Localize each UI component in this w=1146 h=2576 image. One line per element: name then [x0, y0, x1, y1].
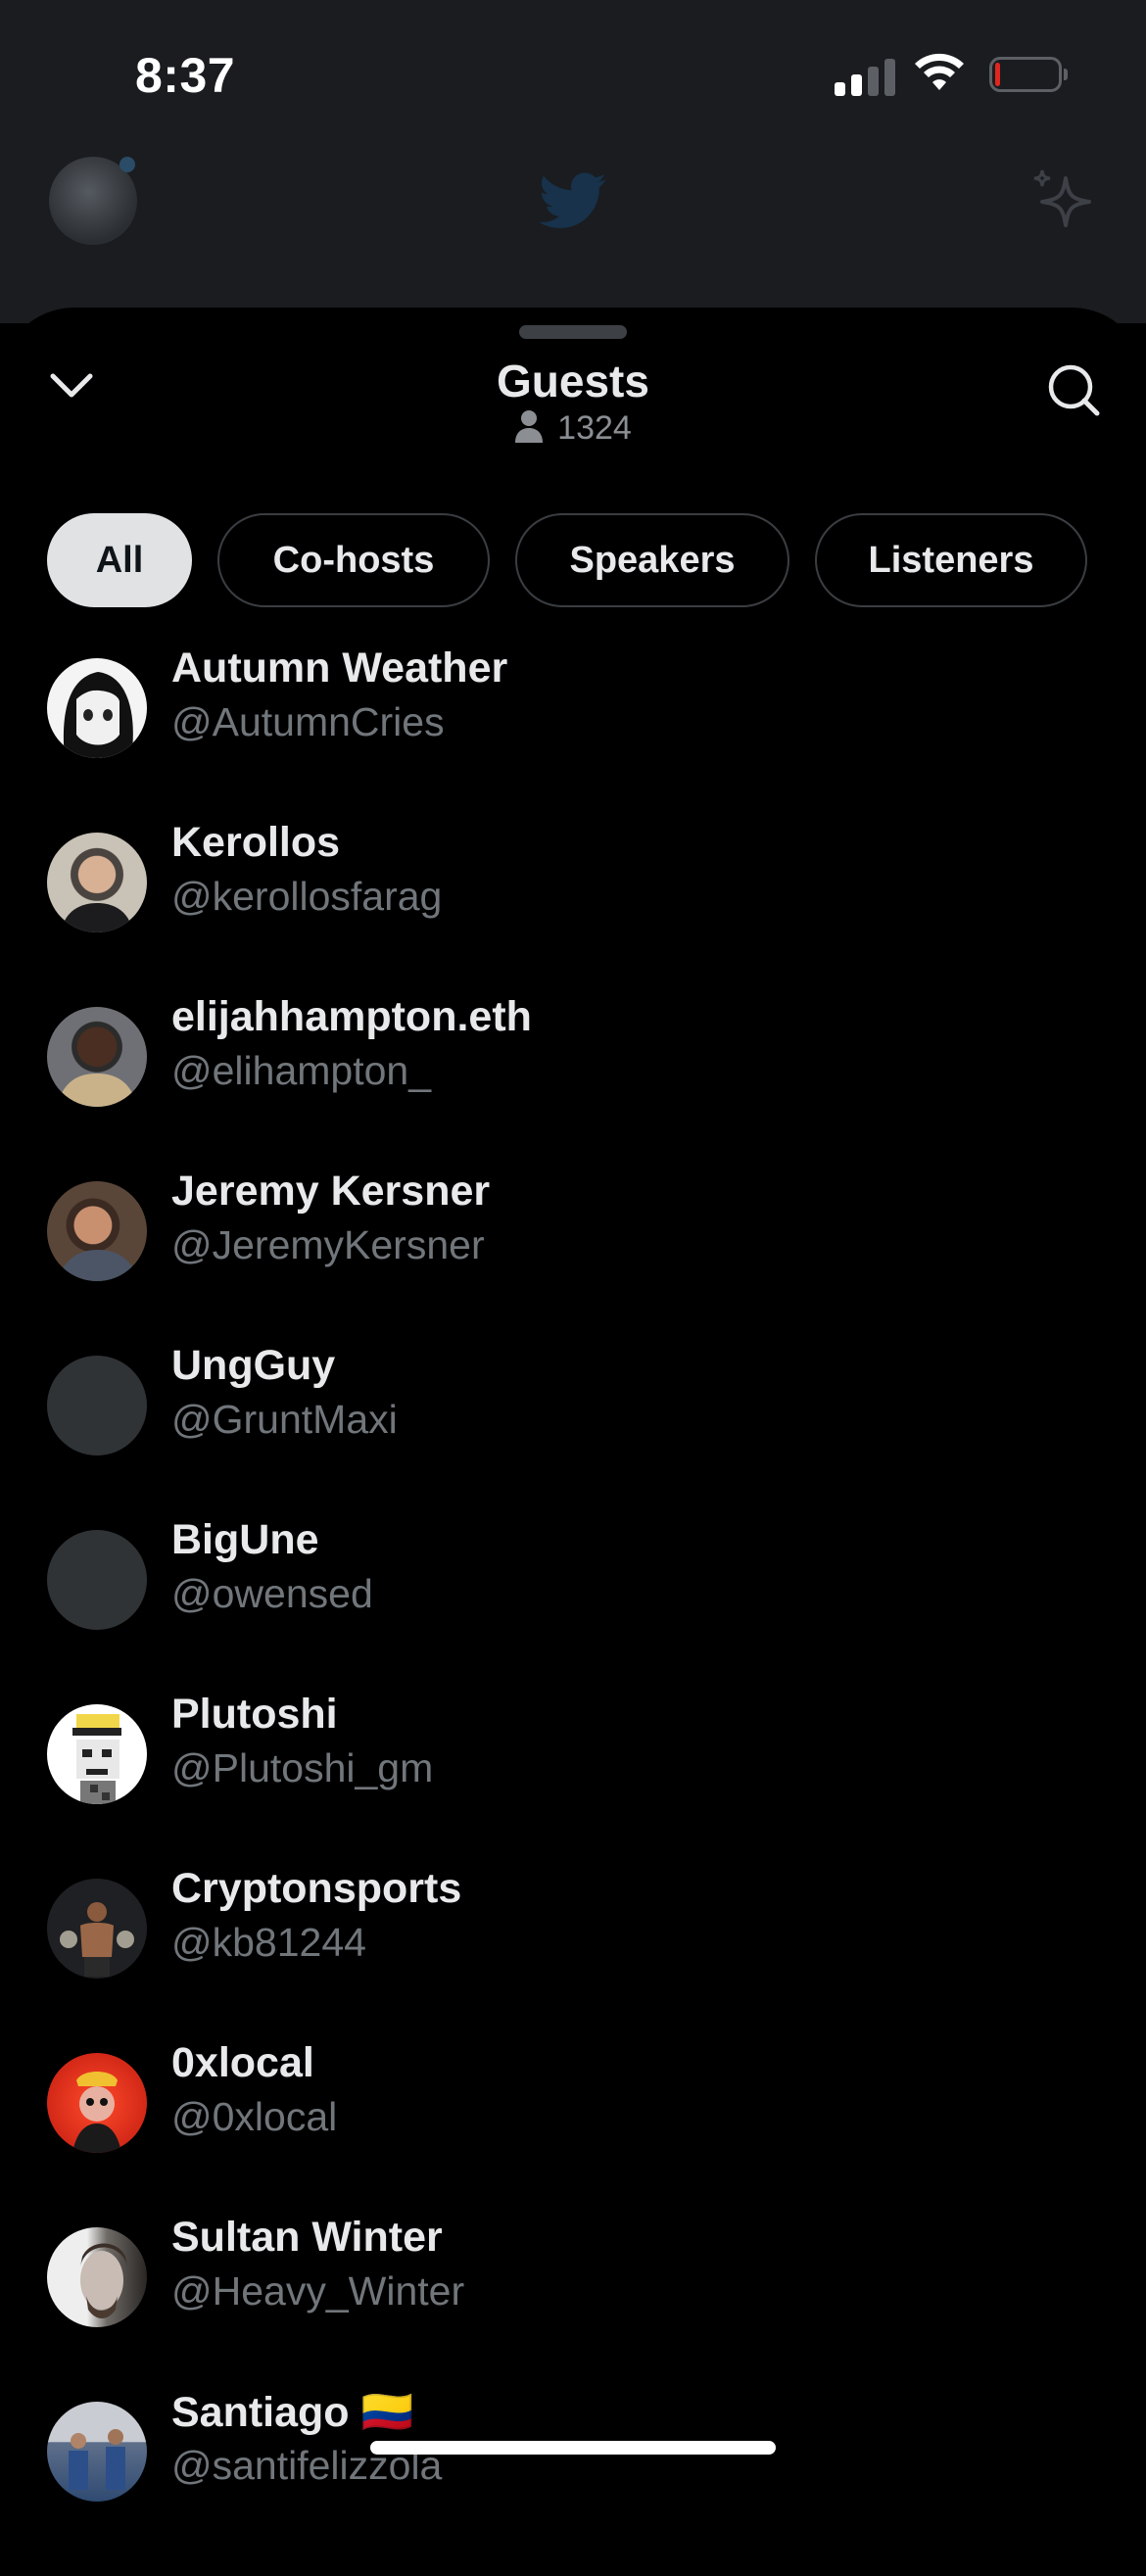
guest-name: Cryptonsports	[171, 1865, 462, 1912]
filter-all[interactable]: All	[47, 513, 192, 607]
avatar	[47, 1181, 147, 1281]
avatar	[47, 658, 147, 758]
guest-row[interactable]: Santiago 🇨🇴 @santifelizzola	[0, 2389, 1146, 2576]
guest-handle: @GruntMaxi	[171, 1397, 398, 1442]
home-indicator[interactable]	[370, 2441, 776, 2455]
guest-row[interactable]: UngGuy @GruntMaxi	[0, 1342, 1146, 1530]
filter-listeners[interactable]: Listeners	[815, 513, 1087, 607]
guest-count-value: 1324	[557, 409, 632, 447]
guest-name: Kerollos	[171, 819, 341, 866]
guest-name: Plutoshi	[171, 1691, 338, 1738]
avatar	[47, 2053, 147, 2153]
sheet-grabber[interactable]	[519, 325, 627, 339]
guest-name: Jeremy Kersner	[171, 1168, 491, 1215]
guest-name: BigUne	[171, 1516, 319, 1563]
avatar	[47, 1879, 147, 1979]
sparkle-icon	[1033, 169, 1091, 227]
wifi-icon	[915, 53, 964, 90]
guest-row[interactable]: elijahhampton.eth @elihampton_	[0, 993, 1146, 1181]
guest-name: UngGuy	[171, 1342, 336, 1389]
cellular-signal-icon	[835, 57, 897, 96]
status-bar: 8:37	[0, 0, 1146, 147]
guest-row[interactable]: Autumn Weather @AutumnCries	[0, 644, 1146, 833]
avatar	[47, 1007, 147, 1107]
guest-handle: @0xlocal	[171, 2094, 338, 2139]
guest-name: Santiago 🇨🇴	[171, 2389, 414, 2436]
guest-handle: @kerollosfarag	[171, 874, 443, 919]
guest-handle: @Plutoshi_gm	[171, 1745, 434, 1790]
guest-row[interactable]: Jeremy Kersner @JeremyKersner	[0, 1168, 1146, 1356]
guest-row[interactable]: Cryptonsports @kb81244	[0, 1865, 1146, 2053]
twitter-bird-icon	[539, 172, 606, 228]
guest-row[interactable]: Sultan Winter @Heavy_Winter	[0, 2214, 1146, 2402]
background-timeline: 8:37	[0, 0, 1146, 323]
guest-count: 1324	[0, 409, 1146, 448]
guest-handle: @Heavy_Winter	[171, 2268, 465, 2314]
battery-icon	[989, 57, 1068, 92]
battery-level	[995, 63, 1000, 86]
search-icon[interactable]	[1046, 362, 1101, 417]
guest-row[interactable]: BigUne @owensed	[0, 1516, 1146, 1704]
avatar	[47, 1704, 147, 1804]
guest-handle: @kb81244	[171, 1920, 366, 1965]
guest-handle: @owensed	[171, 1571, 373, 1616]
guest-row[interactable]: 0xlocal @0xlocal	[0, 2039, 1146, 2227]
sheet-title: Guests	[497, 356, 649, 406]
avatar	[47, 2402, 147, 2502]
guest-handle: @AutumnCries	[171, 699, 445, 744]
guest-row[interactable]: Kerollos @kerollosfarag	[0, 819, 1146, 1007]
status-time: 8:37	[135, 48, 236, 103]
guest-row[interactable]: Plutoshi @Plutoshi_gm	[0, 1691, 1146, 1879]
filter-tabs: All Co-hosts Speakers Listeners	[47, 513, 1099, 609]
filter-co-hosts[interactable]: Co-hosts	[217, 513, 490, 607]
guest-name: Autumn Weather	[171, 644, 508, 692]
avatar	[47, 1530, 147, 1630]
guest-handle: @elihampton_	[171, 1048, 431, 1093]
avatar	[47, 2227, 147, 2327]
person-icon	[515, 410, 544, 443]
guest-name: elijahhampton.eth	[171, 993, 532, 1040]
notification-dot	[119, 157, 135, 172]
avatar	[47, 1356, 147, 1455]
avatar	[47, 833, 147, 932]
filter-speakers[interactable]: Speakers	[515, 513, 789, 607]
guest-name: Sultan Winter	[171, 2214, 443, 2261]
guest-name: 0xlocal	[171, 2039, 314, 2086]
guest-handle: @JeremyKersner	[171, 1222, 485, 1267]
